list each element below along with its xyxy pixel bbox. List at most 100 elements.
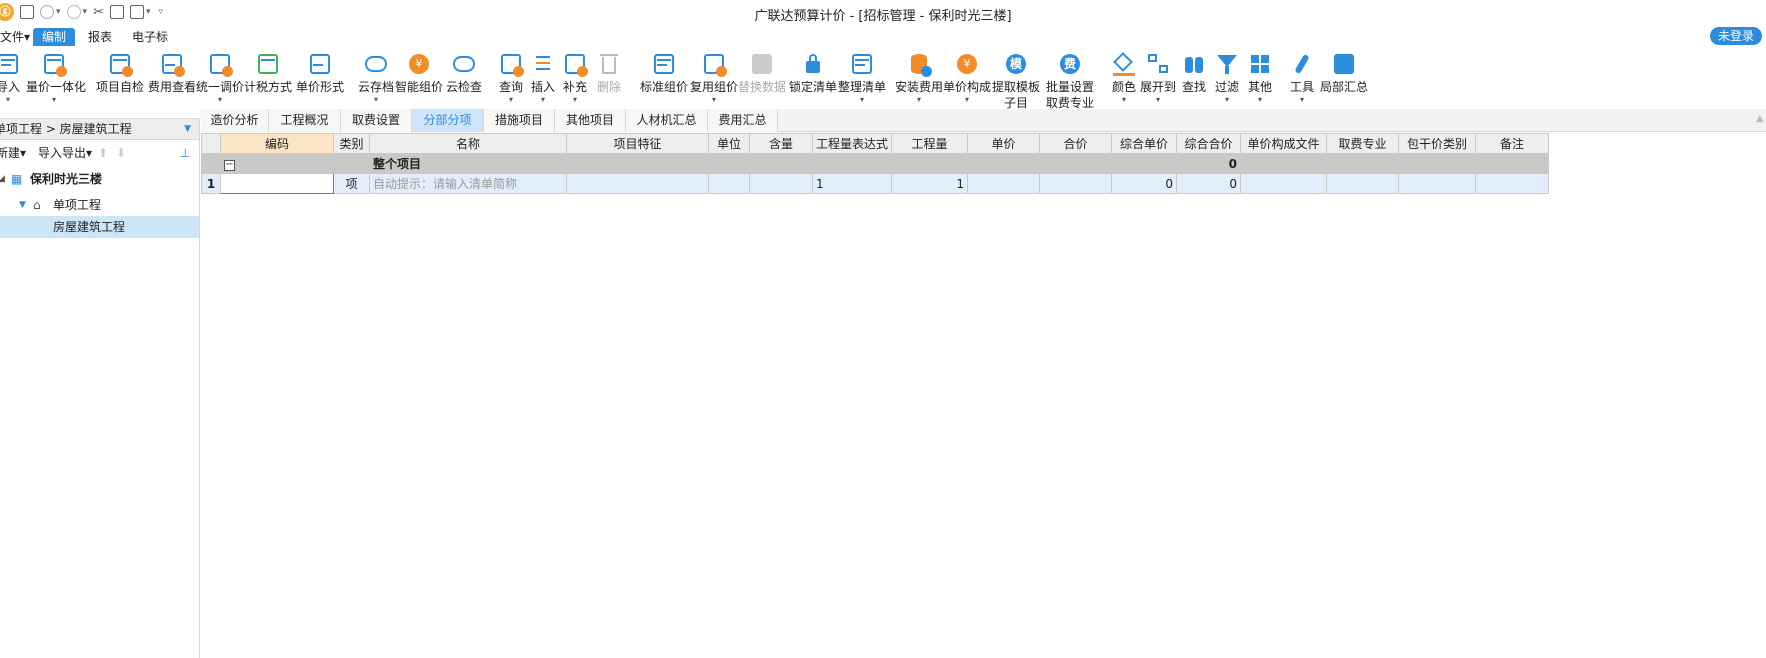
- tab-labor-material-summary[interactable]: 人材机汇总: [626, 109, 708, 132]
- code-input-cell[interactable]: [220, 173, 334, 194]
- column-header[interactable]: 名称: [369, 133, 567, 154]
- pin-icon[interactable]: ⊥: [180, 140, 190, 167]
- menu-edit[interactable]: 编制: [33, 28, 75, 46]
- partial-summary-button[interactable]: 局部汇总: [1320, 51, 1368, 95]
- note-cell[interactable]: [1475, 173, 1550, 194]
- expand-to-button[interactable]: 展开到 ▾: [1138, 51, 1178, 105]
- type-cell[interactable]: 项: [333, 173, 370, 194]
- column-header[interactable]: 单价构成文件: [1240, 133, 1328, 154]
- composite-total-cell[interactable]: 0: [1176, 153, 1242, 174]
- column-header[interactable]: 单价: [967, 133, 1041, 154]
- price-cell[interactable]: [967, 173, 1041, 194]
- tab-other-items[interactable]: 其他项目: [555, 109, 626, 132]
- total-cell[interactable]: [1039, 173, 1113, 194]
- package-type-cell[interactable]: [1398, 153, 1477, 174]
- new-button[interactable]: 新建▾: [0, 140, 26, 167]
- organize-list-button[interactable]: 整理清单 ▾: [838, 51, 886, 105]
- expr-cell[interactable]: [811, 153, 893, 174]
- tab-cost-summary[interactable]: 费用汇总: [708, 109, 778, 132]
- column-header[interactable]: [201, 133, 221, 154]
- column-header[interactable]: 工程量表达式: [811, 133, 893, 154]
- feature-cell[interactable]: [566, 173, 709, 194]
- self-check-button[interactable]: 项目自检: [96, 51, 144, 95]
- price-composition-button[interactable]: ¥ 单价构成 ▾: [943, 51, 991, 105]
- fee-specialty-cell[interactable]: [1326, 173, 1400, 194]
- composite-price-cell[interactable]: [1111, 153, 1178, 174]
- tab-project-overview[interactable]: 工程概况: [269, 109, 341, 132]
- smart-pricing-button[interactable]: ¥ 智能组价: [395, 51, 443, 95]
- tab-cost-analysis[interactable]: 造价分析: [201, 109, 269, 132]
- tax-method-button[interactable]: 计税方式: [244, 51, 292, 95]
- find-button[interactable]: 查找: [1180, 51, 1208, 95]
- column-header[interactable]: 工程量: [891, 133, 969, 154]
- standard-pricing-button[interactable]: 标准组价: [640, 51, 688, 95]
- column-header[interactable]: 综合单价: [1111, 133, 1178, 154]
- cost-view-button[interactable]: 费用查看: [148, 51, 196, 95]
- column-header[interactable]: 类别: [333, 133, 370, 154]
- price-cell[interactable]: [967, 153, 1041, 174]
- name-cell[interactable]: 整个项目: [369, 153, 567, 174]
- insert-button[interactable]: 插入 ▾: [528, 51, 558, 105]
- table-row[interactable]: 1 项 自动提示：请输入清单简称 1 1 0 0: [201, 173, 1550, 194]
- install-cost-button[interactable]: 安装费用 ▾: [895, 51, 943, 105]
- note-cell[interactable]: [1475, 153, 1550, 174]
- code-cell[interactable]: −: [220, 153, 334, 174]
- cloud-check-button[interactable]: 云检查: [444, 51, 484, 95]
- column-header[interactable]: 项目特征: [566, 133, 709, 154]
- tree-item-project[interactable]: ◢ ▦ 保利时光三楼: [0, 168, 199, 190]
- tab-measures[interactable]: 措施项目: [484, 109, 555, 132]
- tools-button[interactable]: 工具 ▾: [1288, 51, 1316, 105]
- filter-button[interactable]: 过滤 ▾: [1213, 51, 1241, 105]
- qty-cell[interactable]: [891, 153, 969, 174]
- move-up-icon[interactable]: ⬆: [98, 140, 108, 167]
- collapse-arrow-icon[interactable]: ◢: [0, 168, 5, 190]
- cloud-archive-button[interactable]: 云存档 ▾: [356, 51, 396, 105]
- column-header-code[interactable]: 编码: [220, 133, 334, 154]
- type-cell[interactable]: [333, 153, 370, 174]
- tree-item-building-works[interactable]: 房屋建筑工程: [0, 216, 199, 238]
- collapse-arrow-icon[interactable]: ▼: [19, 194, 26, 216]
- column-header[interactable]: 包干价类别: [1398, 133, 1477, 154]
- supplement-button[interactable]: 补充 ▾: [560, 51, 590, 105]
- price-adjust-button[interactable]: 统一调价 ▾: [196, 51, 244, 105]
- menu-report[interactable]: 报表: [80, 28, 120, 46]
- composite-total-cell[interactable]: 0: [1176, 173, 1242, 194]
- tab-fee-settings[interactable]: 取费设置: [341, 109, 412, 132]
- color-button[interactable]: 颜色 ▾: [1110, 51, 1138, 105]
- query-button[interactable]: 查询 ▾: [496, 51, 526, 105]
- login-button[interactable]: 未登录: [1709, 27, 1762, 45]
- replace-data-button[interactable]: 替换数据: [738, 51, 786, 95]
- template-subitem-button[interactable]: 模提取模板 子目: [992, 51, 1040, 111]
- fee-specialty-cell[interactable]: [1326, 153, 1400, 174]
- menu-e-bid[interactable]: 电子标: [124, 28, 176, 46]
- row-number[interactable]: 1: [201, 173, 221, 194]
- column-header[interactable]: 备注: [1475, 133, 1550, 154]
- move-down-icon[interactable]: ⬇: [116, 140, 126, 167]
- package-type-cell[interactable]: [1398, 173, 1477, 194]
- unit-cell[interactable]: [708, 173, 750, 194]
- column-header[interactable]: 综合合价: [1176, 133, 1242, 154]
- total-cell[interactable]: [1039, 153, 1113, 174]
- tree-item-single-project[interactable]: ▼ ⌂ 单项工程: [0, 194, 199, 216]
- import-export-button[interactable]: 导入导出▾: [38, 140, 92, 167]
- integration-button[interactable]: 量价一体化 ▾: [26, 51, 86, 105]
- column-header[interactable]: 含量: [749, 133, 813, 154]
- collapse-icon[interactable]: −: [224, 160, 235, 171]
- row-number[interactable]: [201, 153, 221, 174]
- unit-cell[interactable]: [708, 153, 750, 174]
- breadcrumb[interactable]: 单项工程 > 房屋建筑工程 ▼: [0, 119, 199, 140]
- price-file-cell[interactable]: [1240, 153, 1328, 174]
- composite-price-cell[interactable]: 0: [1111, 173, 1178, 194]
- scroll-up-icon[interactable]: ▲: [1756, 113, 1766, 127]
- price-file-cell[interactable]: [1240, 173, 1328, 194]
- delete-button[interactable]: 删除: [594, 51, 624, 95]
- column-header[interactable]: 取费专业: [1326, 133, 1400, 154]
- column-header[interactable]: 单位: [708, 133, 750, 154]
- chevron-down-icon[interactable]: ▼: [184, 119, 191, 140]
- table-row-whole-project[interactable]: − 整个项目 0: [201, 153, 1550, 174]
- batch-fee-button[interactable]: 费批量设置 取费专业: [1046, 51, 1094, 111]
- reuse-pricing-button[interactable]: 复用组价 ▾: [690, 51, 738, 105]
- qty-cell[interactable]: 1: [891, 173, 969, 194]
- name-cell[interactable]: 自动提示：请输入清单简称: [369, 173, 567, 194]
- tab-sub-items[interactable]: 分部分项: [412, 109, 484, 132]
